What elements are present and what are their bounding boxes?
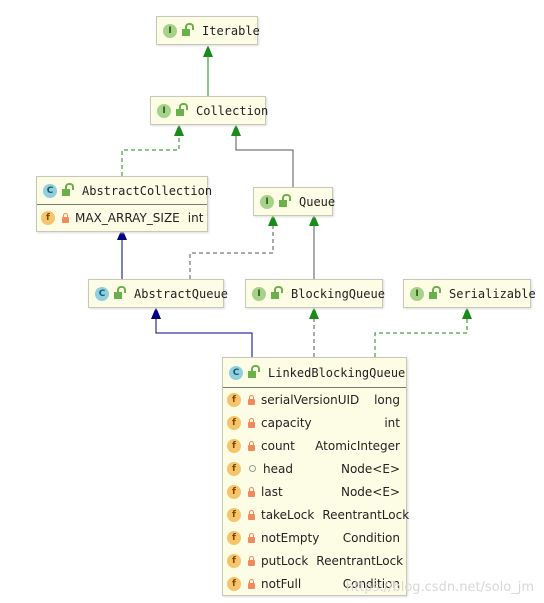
interface-icon: I <box>410 286 424 301</box>
public-icon <box>429 286 441 299</box>
arrow-serializable <box>462 307 472 319</box>
public-icon <box>182 23 194 36</box>
field-icon: f <box>227 438 241 453</box>
public-icon <box>279 194 291 207</box>
interface-icon: I <box>260 194 274 209</box>
interface-icon: I <box>157 103 171 118</box>
private-icon <box>248 532 255 543</box>
field-type: ReentrantLock <box>322 507 410 522</box>
watermark: https://blog.csdn.net/solo_jm <box>345 580 534 595</box>
field-icon: f <box>227 576 241 591</box>
field-icon: f <box>227 461 241 476</box>
field-icon: f <box>227 530 241 545</box>
field-icon: f <box>41 211 55 225</box>
edge-lbq-abstractqueue <box>155 318 253 357</box>
private-icon <box>248 578 255 589</box>
abstract-class-icon: C <box>95 286 109 301</box>
node-collection[interactable]: I Collection <box>150 96 269 125</box>
field-name: serialVersionUID <box>261 392 360 407</box>
field-name: notEmpty <box>261 530 320 545</box>
field-type: int <box>187 211 204 225</box>
node-title: Queue <box>299 194 336 209</box>
field-type: Condition <box>342 530 400 545</box>
field-name: takeLock <box>261 507 315 522</box>
public-icon <box>271 286 283 299</box>
private-icon <box>248 417 255 428</box>
field-name: capacity <box>261 415 312 430</box>
abstract-class-icon: C <box>43 183 57 198</box>
field-list: f serialVersionUID long f capacity int f count A… <box>223 388 410 595</box>
public-icon <box>176 103 188 116</box>
private-icon <box>248 555 255 566</box>
node-queue[interactable]: I Queue <box>253 187 336 216</box>
edge-queue-collection <box>235 135 294 187</box>
node-iterable[interactable]: I Iterable <box>156 16 260 45</box>
field-name: last <box>261 484 283 499</box>
field-type: long <box>374 392 400 407</box>
private-icon <box>248 394 255 405</box>
field-name: MAX_ARRAY_SIZE <box>75 211 180 225</box>
node-title: LinkedBlockingQueue <box>268 365 406 380</box>
field-name: count <box>261 438 295 453</box>
field-icon: f <box>227 392 241 407</box>
interface-icon: I <box>163 23 177 38</box>
field-icon: f <box>227 415 241 430</box>
node-title: Iterable <box>202 23 260 38</box>
arrow-collection-right <box>231 124 241 136</box>
arrow-collection-left <box>174 124 184 136</box>
field-row: f takeLock ReentrantLock <box>223 503 410 526</box>
field-row: f serialVersionUID long <box>223 388 406 411</box>
field-type: Node<E> <box>340 484 400 499</box>
public-icon <box>248 365 260 378</box>
node-abstract-collection[interactable]: C AbstractCollection f MAX_ARRAY_SIZE int <box>36 176 212 232</box>
field-type: ReentrantLock <box>316 553 404 568</box>
public-icon <box>114 286 126 299</box>
field-row: f capacity int <box>223 411 406 434</box>
node-title: Serializable <box>449 286 536 301</box>
field-icon: f <box>227 507 241 522</box>
edge-abstractqueue-queue <box>189 225 274 279</box>
field-row: f putLock ReentrantLock <box>223 549 406 572</box>
package-private-icon <box>249 465 256 472</box>
uml-diagram: I Iterable I Collection C AbstractCollectio… <box>0 0 544 603</box>
node-abstract-queue[interactable]: C AbstractQueue <box>88 279 228 308</box>
class-icon: C <box>229 365 243 380</box>
field-icon: f <box>227 553 241 568</box>
field-icon: f <box>227 484 241 499</box>
edge-abstractcollection-collection <box>121 135 180 176</box>
field-row: f last Node<E> <box>223 480 406 503</box>
arrow-blockingqueue <box>309 307 319 319</box>
public-icon <box>62 183 74 196</box>
field-row: f head Node<E> <box>223 457 406 480</box>
private-icon <box>248 509 255 520</box>
node-serializable[interactable]: I Serializable <box>403 279 536 308</box>
field-name: head <box>263 461 293 476</box>
field-row: f MAX_ARRAY_SIZE int <box>37 205 207 231</box>
private-icon <box>248 486 255 497</box>
field-name: notFull <box>261 576 302 591</box>
field-row: f notEmpty Condition <box>223 526 406 549</box>
field-type: Node<E> <box>340 461 400 476</box>
private-icon <box>248 440 255 451</box>
field-type: int <box>384 415 400 430</box>
node-linked-blocking-queue[interactable]: C LinkedBlockingQueue f serialVersionUID lo… <box>222 357 410 596</box>
private-icon <box>62 213 69 223</box>
node-title: AbstractCollection <box>82 183 213 198</box>
node-title: AbstractQueue <box>134 286 228 301</box>
arrow-iterable <box>203 45 213 57</box>
field-name: putLock <box>261 553 309 568</box>
node-title: BlockingQueue <box>291 286 385 301</box>
node-title: Collection <box>196 103 269 118</box>
node-blocking-queue[interactable]: I BlockingQueue <box>245 279 385 308</box>
arrow-abstractqueue <box>151 307 161 319</box>
field-type: AtomicInteger <box>315 438 400 453</box>
interface-icon: I <box>252 286 266 301</box>
edge-lbq-serializable <box>374 318 468 357</box>
field-row: f count AtomicInteger <box>223 434 406 457</box>
